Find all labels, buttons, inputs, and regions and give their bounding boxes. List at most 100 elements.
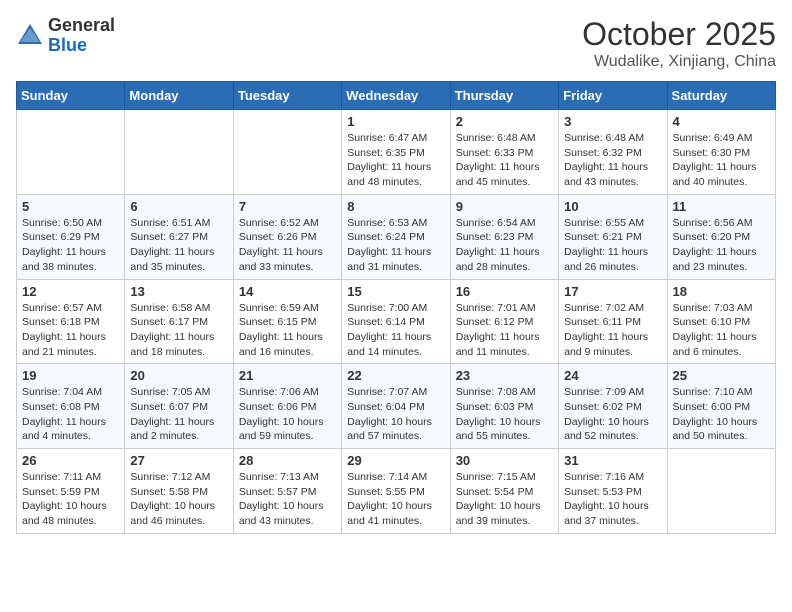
day-info: Sunrise: 7:08 AM Sunset: 6:03 PM Dayligh… (456, 385, 553, 444)
day-number: 9 (456, 199, 553, 214)
week-row-3: 12Sunrise: 6:57 AM Sunset: 6:18 PM Dayli… (17, 279, 776, 364)
logo: General Blue (16, 16, 115, 56)
day-cell (125, 110, 233, 195)
day-cell: 12Sunrise: 6:57 AM Sunset: 6:18 PM Dayli… (17, 279, 125, 364)
day-cell: 16Sunrise: 7:01 AM Sunset: 6:12 PM Dayli… (450, 279, 558, 364)
day-cell: 21 Sunrise: 7:06 AM Sunset: 6:06 PM Dayli… (233, 364, 341, 449)
day-info: Sunrise: 7:05 AM Sunset: 6:07 PM Dayligh… (130, 385, 227, 444)
calendar-body: 1 Sunrise: 6:47 AM Sunset: 6:35 PM Daylig… (17, 110, 776, 534)
logo-text: General Blue (48, 16, 115, 56)
day-info: Sunrise: 7:16 AM Sunset: 5:53 PM Dayligh… (564, 470, 661, 529)
location: Wudalike, Xinjiang, China (582, 53, 776, 71)
day-info: Sunrise: 6:57 AM Sunset: 6:18 PM Dayligh… (22, 301, 119, 360)
day-number: 7 (239, 199, 336, 214)
day-cell: 27 Sunrise: 7:12 AM Sunset: 5:58 PM Dayli… (125, 449, 233, 534)
weekday-sunday: Sunday (17, 82, 125, 110)
day-number: 11 (673, 199, 770, 214)
page-header: General Blue October 2025 Wudalike, Xinj… (16, 16, 776, 71)
week-row-4: 19 Sunrise: 7:04 AM Sunset: 6:08 PM Dayli… (17, 364, 776, 449)
day-cell: 15 Sunrise: 7:00 AM Sunset: 6:14 PM Dayli… (342, 279, 450, 364)
day-number: 23 (456, 368, 553, 383)
day-number: 27 (130, 453, 227, 468)
day-info: Sunrise: 6:59 AM Sunset: 6:15 PM Dayligh… (239, 301, 336, 360)
day-cell: 31 Sunrise: 7:16 AM Sunset: 5:53 PM Dayli… (559, 449, 667, 534)
day-info: Sunrise: 7:10 AM Sunset: 6:00 PM Dayligh… (673, 385, 770, 444)
week-row-1: 1 Sunrise: 6:47 AM Sunset: 6:35 PM Daylig… (17, 110, 776, 195)
month-title: October 2025 (582, 16, 776, 53)
day-cell: 13Sunrise: 6:58 AM Sunset: 6:17 PM Dayli… (125, 279, 233, 364)
weekday-tuesday: Tuesday (233, 82, 341, 110)
day-cell: 6 Sunrise: 6:51 AM Sunset: 6:27 PM Daylig… (125, 194, 233, 279)
weekday-wednesday: Wednesday (342, 82, 450, 110)
day-number: 19 (22, 368, 119, 383)
day-info: Sunrise: 7:00 AM Sunset: 6:14 PM Dayligh… (347, 301, 444, 360)
day-number: 1 (347, 114, 444, 129)
day-number: 24 (564, 368, 661, 383)
day-number: 21 (239, 368, 336, 383)
day-cell: 3Sunrise: 6:48 AM Sunset: 6:32 PM Daylig… (559, 110, 667, 195)
day-info: Sunrise: 7:04 AM Sunset: 6:08 PM Dayligh… (22, 385, 119, 444)
day-cell: 18 Sunrise: 7:03 AM Sunset: 6:10 PM Dayli… (667, 279, 775, 364)
weekday-friday: Friday (559, 82, 667, 110)
day-info: Sunrise: 7:01 AM Sunset: 6:12 PM Dayligh… (456, 301, 553, 360)
day-number: 28 (239, 453, 336, 468)
day-cell: 5 Sunrise: 6:50 AM Sunset: 6:29 PM Daylig… (17, 194, 125, 279)
day-cell: 24 Sunrise: 7:09 AM Sunset: 6:02 PM Dayli… (559, 364, 667, 449)
day-info: Sunrise: 6:50 AM Sunset: 6:29 PM Dayligh… (22, 216, 119, 275)
day-info: Sunrise: 7:07 AM Sunset: 6:04 PM Dayligh… (347, 385, 444, 444)
day-info: Sunrise: 6:53 AM Sunset: 6:24 PM Dayligh… (347, 216, 444, 275)
day-info: Sunrise: 7:03 AM Sunset: 6:10 PM Dayligh… (673, 301, 770, 360)
day-info: Sunrise: 7:12 AM Sunset: 5:58 PM Dayligh… (130, 470, 227, 529)
day-number: 4 (673, 114, 770, 129)
day-cell (17, 110, 125, 195)
day-cell: 2 Sunrise: 6:48 AM Sunset: 6:33 PM Daylig… (450, 110, 558, 195)
day-number: 2 (456, 114, 553, 129)
logo-icon (16, 22, 44, 50)
day-cell: 7 Sunrise: 6:52 AM Sunset: 6:26 PM Daylig… (233, 194, 341, 279)
day-info: Sunrise: 6:51 AM Sunset: 6:27 PM Dayligh… (130, 216, 227, 275)
weekday-header-row: SundayMondayTuesdayWednesdayThursdayFrid… (17, 82, 776, 110)
day-cell (233, 110, 341, 195)
day-cell: 19 Sunrise: 7:04 AM Sunset: 6:08 PM Dayli… (17, 364, 125, 449)
day-number: 20 (130, 368, 227, 383)
day-number: 6 (130, 199, 227, 214)
calendar-table: SundayMondayTuesdayWednesdayThursdayFrid… (16, 81, 776, 534)
day-cell: 26Sunrise: 7:11 AM Sunset: 5:59 PM Dayli… (17, 449, 125, 534)
day-info: Sunrise: 6:49 AM Sunset: 6:30 PM Dayligh… (673, 131, 770, 190)
day-cell: 9 Sunrise: 6:54 AM Sunset: 6:23 PM Daylig… (450, 194, 558, 279)
day-info: Sunrise: 6:54 AM Sunset: 6:23 PM Dayligh… (456, 216, 553, 275)
day-number: 30 (456, 453, 553, 468)
day-info: Sunrise: 6:48 AM Sunset: 6:33 PM Dayligh… (456, 131, 553, 190)
day-cell: 11 Sunrise: 6:56 AM Sunset: 6:20 PM Dayli… (667, 194, 775, 279)
day-info: Sunrise: 7:02 AM Sunset: 6:11 PM Dayligh… (564, 301, 661, 360)
day-cell: 30 Sunrise: 7:15 AM Sunset: 5:54 PM Dayli… (450, 449, 558, 534)
day-cell: 4 Sunrise: 6:49 AM Sunset: 6:30 PM Daylig… (667, 110, 775, 195)
day-info: Sunrise: 7:06 AM Sunset: 6:06 PM Dayligh… (239, 385, 336, 444)
day-cell: 25Sunrise: 7:10 AM Sunset: 6:00 PM Dayli… (667, 364, 775, 449)
day-number: 17 (564, 284, 661, 299)
day-number: 5 (22, 199, 119, 214)
day-cell: 17 Sunrise: 7:02 AM Sunset: 6:11 PM Dayli… (559, 279, 667, 364)
day-info: Sunrise: 6:56 AM Sunset: 6:20 PM Dayligh… (673, 216, 770, 275)
day-cell (667, 449, 775, 534)
day-number: 10 (564, 199, 661, 214)
day-info: Sunrise: 6:48 AM Sunset: 6:32 PM Dayligh… (564, 131, 661, 190)
week-row-2: 5 Sunrise: 6:50 AM Sunset: 6:29 PM Daylig… (17, 194, 776, 279)
day-info: Sunrise: 7:09 AM Sunset: 6:02 PM Dayligh… (564, 385, 661, 444)
weekday-thursday: Thursday (450, 82, 558, 110)
day-info: Sunrise: 6:55 AM Sunset: 6:21 PM Dayligh… (564, 216, 661, 275)
day-info: Sunrise: 6:52 AM Sunset: 6:26 PM Dayligh… (239, 216, 336, 275)
day-number: 18 (673, 284, 770, 299)
day-cell: 23 Sunrise: 7:08 AM Sunset: 6:03 PM Dayli… (450, 364, 558, 449)
day-info: Sunrise: 6:47 AM Sunset: 6:35 PM Dayligh… (347, 131, 444, 190)
day-cell: 1 Sunrise: 6:47 AM Sunset: 6:35 PM Daylig… (342, 110, 450, 195)
day-cell: 8Sunrise: 6:53 AM Sunset: 6:24 PM Daylig… (342, 194, 450, 279)
day-info: Sunrise: 7:15 AM Sunset: 5:54 PM Dayligh… (456, 470, 553, 529)
day-info: Sunrise: 7:14 AM Sunset: 5:55 PM Dayligh… (347, 470, 444, 529)
day-number: 31 (564, 453, 661, 468)
week-row-5: 26Sunrise: 7:11 AM Sunset: 5:59 PM Dayli… (17, 449, 776, 534)
day-cell: 20 Sunrise: 7:05 AM Sunset: 6:07 PM Dayli… (125, 364, 233, 449)
day-number: 15 (347, 284, 444, 299)
day-cell: 14Sunrise: 6:59 AM Sunset: 6:15 PM Dayli… (233, 279, 341, 364)
day-number: 29 (347, 453, 444, 468)
